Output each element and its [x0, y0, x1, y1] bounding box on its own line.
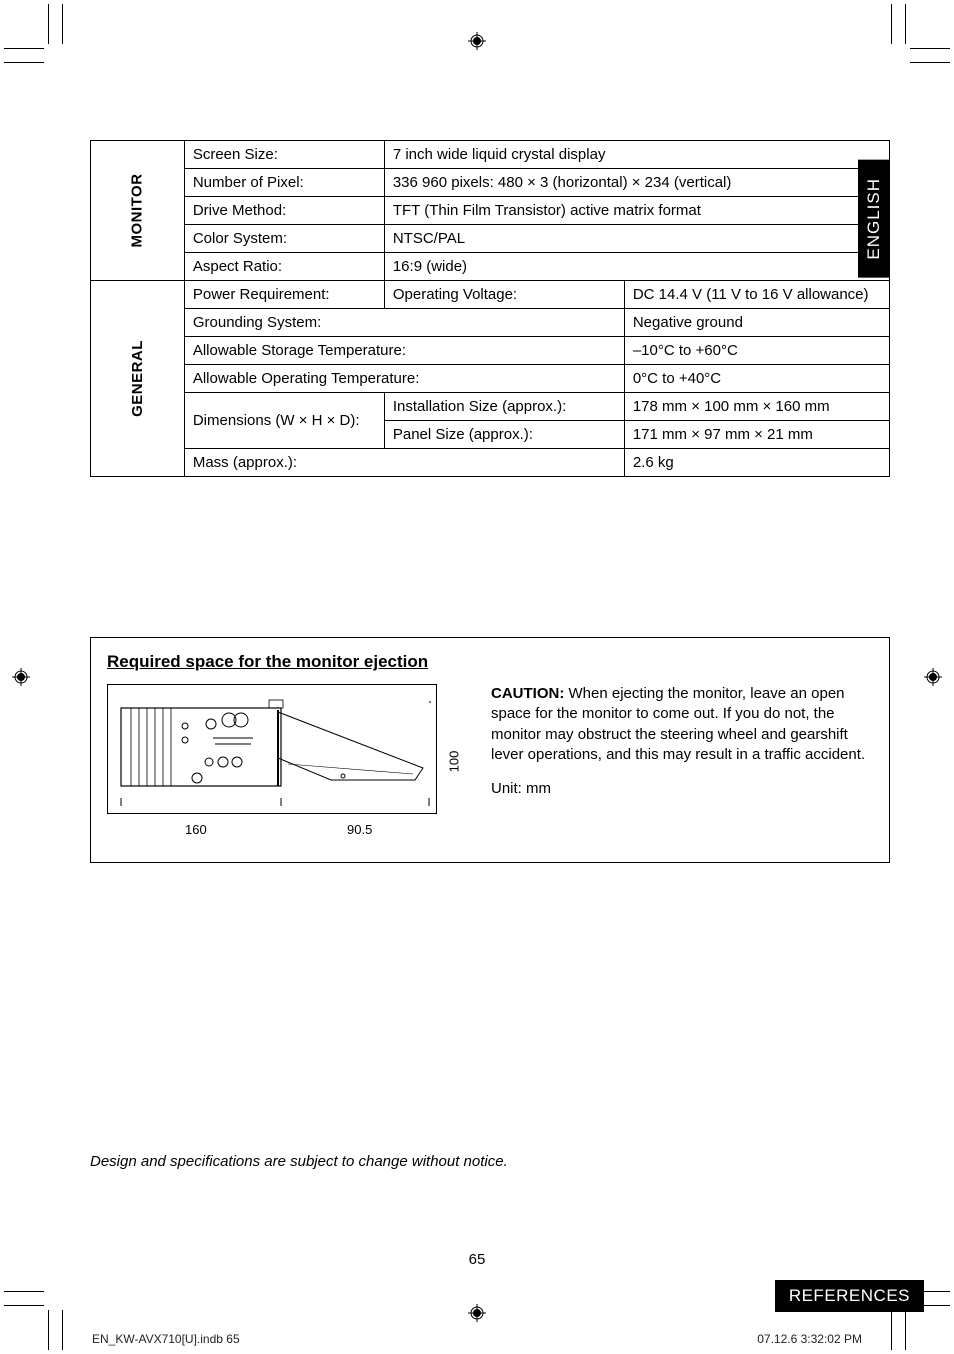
dimension-160: 160	[185, 822, 207, 837]
spec-value: DC 14.4 V (11 V to 16 V allowance)	[624, 281, 889, 309]
crop-mark	[910, 48, 950, 49]
crop-mark	[4, 1291, 44, 1292]
spec-value: 171 mm × 97 mm × 21 mm	[624, 421, 889, 449]
spec-label: Drive Method:	[184, 197, 384, 225]
registration-mark-right	[924, 668, 942, 686]
crop-mark	[4, 1305, 44, 1306]
spec-value: 336 960 pixels: 480 × 3 (horizontal) × 2…	[384, 169, 889, 197]
unit-label: Unit: mm	[491, 779, 873, 799]
design-note: Design and specifications are subject to…	[90, 1153, 890, 1170]
spec-label: Dimensions (W × H × D):	[184, 393, 384, 449]
spec-label: Aspect Ratio:	[184, 253, 384, 281]
required-space-title: Required space for the monitor ejection	[107, 652, 873, 672]
spec-value: 0°C to +40°C	[624, 365, 889, 393]
caution-label: CAUTION:	[491, 685, 564, 702]
spec-label: Screen Size:	[184, 141, 384, 169]
spec-value: 16:9 (wide)	[384, 253, 889, 281]
spec-value: NTSC/PAL	[384, 225, 889, 253]
spec-label: Allowable Operating Temperature:	[184, 365, 624, 393]
spec-value: TFT (Thin Film Transistor) active matrix…	[384, 197, 889, 225]
dimension-100: 100	[446, 751, 461, 773]
crop-mark	[48, 4, 49, 44]
ejection-diagram: 160 90.5 100	[107, 684, 467, 844]
references-bar: REFERENCES	[775, 1280, 924, 1312]
footer-timestamp: 07.12.6 3:32:02 PM	[757, 1332, 862, 1346]
spec-sublabel: Operating Voltage:	[384, 281, 624, 309]
spec-value: –10°C to +60°C	[624, 337, 889, 365]
registration-mark-left	[12, 668, 30, 686]
spec-label: Color System:	[184, 225, 384, 253]
crop-mark	[910, 62, 950, 63]
required-space-box: Required space for the monitor ejection	[90, 637, 890, 863]
crop-mark	[891, 1310, 892, 1350]
crop-mark	[48, 1310, 49, 1350]
crop-mark	[62, 1310, 63, 1350]
page-footer: 65	[0, 1251, 954, 1274]
monitor-section-header: MONITOR	[91, 141, 185, 281]
crop-mark	[62, 4, 63, 44]
dimension-905: 90.5	[347, 822, 372, 837]
page-number: 65	[0, 1251, 954, 1268]
spec-value: 178 mm × 100 mm × 160 mm	[624, 393, 889, 421]
spec-value: Negative ground	[624, 309, 889, 337]
registration-mark-top	[468, 32, 486, 50]
spec-label: Grounding System:	[184, 309, 624, 337]
crop-mark	[905, 1310, 906, 1350]
crop-mark	[891, 4, 892, 44]
registration-mark-bottom	[468, 1304, 486, 1322]
footer-metadata: EN_KW-AVX710[U].indb 65 07.12.6 3:32:02 …	[92, 1332, 862, 1346]
spec-label: Power Requirement:	[184, 281, 384, 309]
unit-side-view-icon	[113, 690, 431, 808]
spec-label: Number of Pixel:	[184, 169, 384, 197]
crop-mark	[4, 48, 44, 49]
page-content: ENGLISH MONITOR Screen Size: 7 inch wide…	[90, 140, 890, 1170]
specifications-table: MONITOR Screen Size: 7 inch wide liquid …	[90, 140, 890, 477]
footer-filename: EN_KW-AVX710[U].indb 65	[92, 1332, 240, 1346]
crop-mark	[905, 4, 906, 44]
spec-label: Mass (approx.):	[184, 449, 624, 477]
spec-value: 2.6 kg	[624, 449, 889, 477]
general-section-header: GENERAL	[91, 281, 185, 477]
language-tab: ENGLISH	[858, 160, 890, 278]
spec-sublabel: Panel Size (approx.):	[384, 421, 624, 449]
required-space-text: CAUTION: When ejecting the monitor, leav…	[491, 684, 873, 844]
spec-sublabel: Installation Size (approx.):	[384, 393, 624, 421]
spec-label: Allowable Storage Temperature:	[184, 337, 624, 365]
spec-value: 7 inch wide liquid crystal display	[384, 141, 889, 169]
crop-mark	[4, 62, 44, 63]
